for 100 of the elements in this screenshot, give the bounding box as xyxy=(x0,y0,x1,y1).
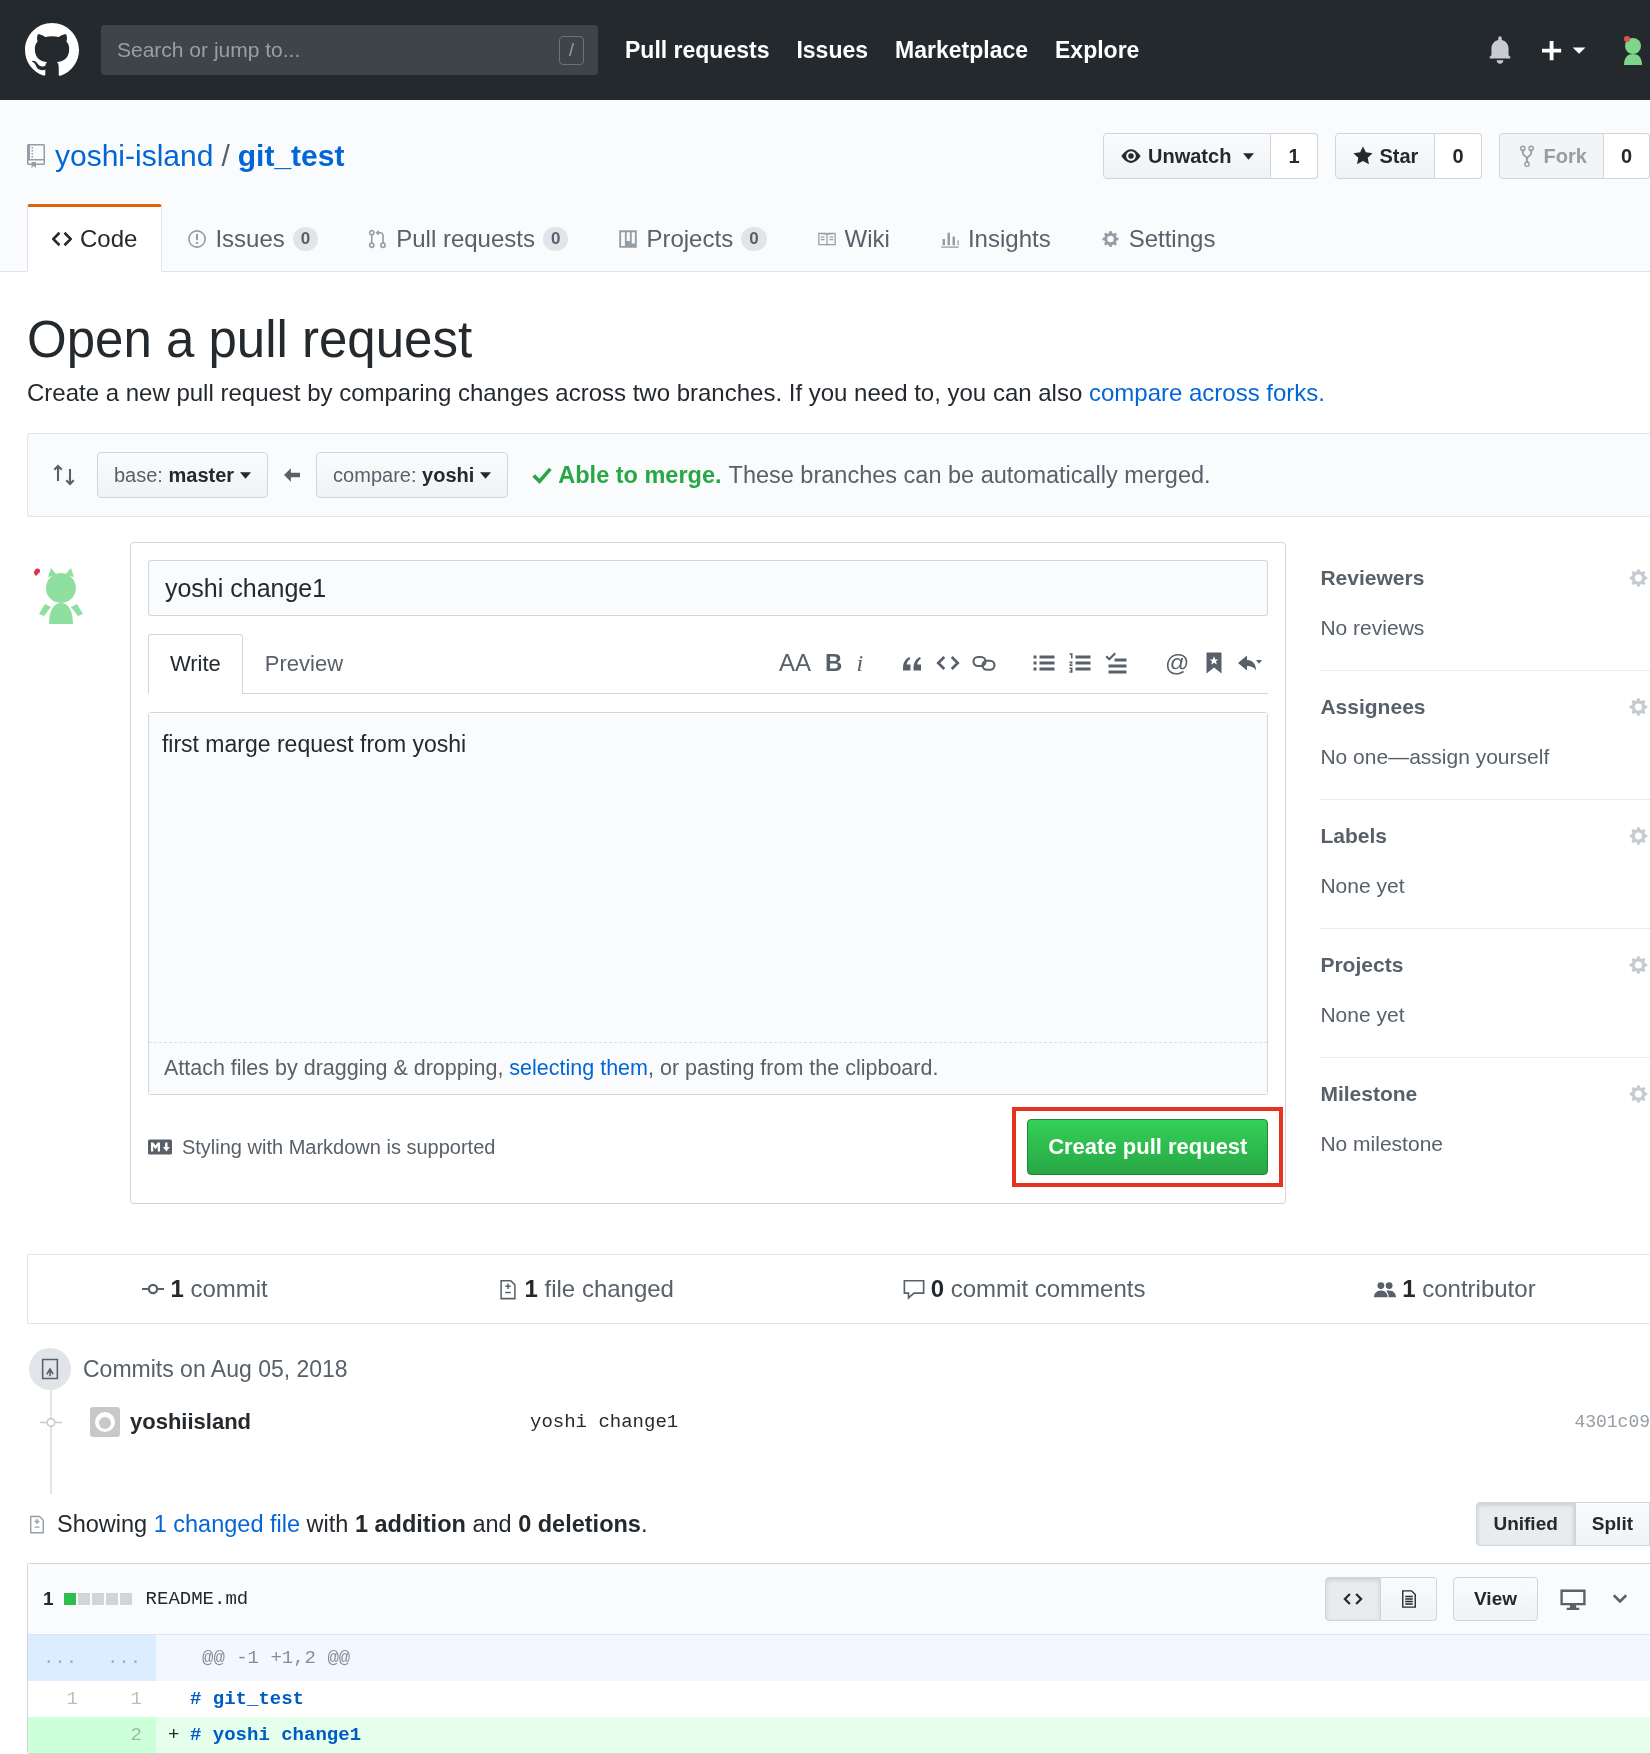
rich-view-button[interactable] xyxy=(1381,1577,1438,1621)
repo-owner-link[interactable]: yoshi-island xyxy=(55,139,214,173)
toolbar-button[interactable]: i xyxy=(849,649,871,677)
markdown-icon xyxy=(147,1139,172,1155)
pull-request-icon xyxy=(368,229,389,249)
editor-tab[interactable]: Preview xyxy=(242,633,366,694)
repo-tab[interactable]: Wiki xyxy=(791,204,915,272)
cat-logo-icon[interactable] xyxy=(25,23,79,77)
view-file-button[interactable]: View xyxy=(1453,1577,1538,1621)
octocat-avatar-icon xyxy=(90,1407,120,1437)
repository-icon xyxy=(27,144,45,168)
summary-link[interactable]: 1 contributor xyxy=(1374,1275,1536,1303)
diff-view-button[interactable]: Split xyxy=(1574,1502,1650,1546)
line-number: 1 xyxy=(65,1687,79,1712)
sidebar-heading[interactable]: Assignees xyxy=(1320,695,1628,719)
caret-icon xyxy=(480,471,492,479)
social-count[interactable]: 1 xyxy=(1271,133,1318,179)
code-line: @@ -1 +1,2 @@ xyxy=(201,1647,351,1669)
toolbar-button[interactable]: AA xyxy=(772,649,819,677)
sidebar-value: No milestone xyxy=(1320,1132,1444,1156)
repo-tab[interactable]: Insights xyxy=(914,204,1076,272)
summary-link[interactable]: 1 file changed xyxy=(496,1275,674,1303)
numbered-list-icon[interactable] xyxy=(1068,651,1093,675)
line-number: 1 xyxy=(129,1687,143,1712)
line-number: ... xyxy=(92,1635,156,1681)
sidebar-heading[interactable]: Labels xyxy=(1320,824,1628,848)
nav-link[interactable]: Marketplace xyxy=(895,36,1028,64)
check-icon xyxy=(532,466,553,484)
line-number: 2 xyxy=(92,1717,156,1753)
comment-icon xyxy=(902,1278,925,1300)
line-number: ... xyxy=(28,1635,92,1681)
compare-arrows-icon xyxy=(52,463,76,487)
toolbar-button[interactable]: @ xyxy=(1158,649,1197,677)
nav-link[interactable]: Explore xyxy=(1055,36,1140,64)
repo-tab[interactable]: Pull requests 0 xyxy=(343,204,594,272)
code-icon xyxy=(52,229,72,249)
left-arrow-icon xyxy=(284,468,301,482)
commit-message[interactable]: yoshi change1 xyxy=(530,1411,679,1433)
source-view-button[interactable] xyxy=(1325,1577,1382,1621)
commit-node-icon xyxy=(40,1416,62,1428)
repo-tab[interactable]: Code xyxy=(27,204,163,272)
summary-link[interactable]: 0 commit comments xyxy=(902,1275,1146,1303)
attach-hint: Attach files by dragging & dropping, selecting them, or pasting from the clipboard. xyxy=(148,1043,1268,1094)
repo-tab[interactable]: Issues 0 xyxy=(162,204,344,272)
markdown-note: Styling with Markdown is supported xyxy=(181,1135,496,1159)
tab-counter: 0 xyxy=(542,227,569,251)
toolbar-button[interactable]: B xyxy=(818,649,850,677)
merge-status: Able to merge. xyxy=(558,461,722,489)
sidebar-heading[interactable]: Projects xyxy=(1320,953,1628,977)
project-board-icon xyxy=(618,229,639,249)
sidebar-heading[interactable]: Milestone xyxy=(1320,1082,1628,1106)
line-number xyxy=(28,1717,92,1753)
sidebar-heading[interactable]: Reviewers xyxy=(1320,566,1628,590)
caret-icon xyxy=(240,471,252,479)
sidebar-value: None yet xyxy=(1320,1003,1406,1027)
sidebar-value: No one—assign yourself xyxy=(1320,745,1551,769)
page-description: Create a new pull request by comparing changes across two branches. If you need to, you can also compare across forks. xyxy=(27,379,1327,407)
compare-branch-select[interactable]: compare: yoshi xyxy=(316,452,509,498)
plus-dropdown-icon[interactable] xyxy=(1542,39,1588,61)
shortcut-key: / xyxy=(559,35,584,65)
merge-message: These branches can be automatically merged. xyxy=(728,461,1211,489)
search-field[interactable]: Search or jump to... / xyxy=(101,25,598,75)
tab-counter: 0 xyxy=(292,227,319,251)
code-line: # git_test xyxy=(189,1688,305,1710)
commit-author[interactable]: yoshiisland xyxy=(130,1409,530,1435)
notifications-bell-icon[interactable] xyxy=(1488,36,1512,64)
select-files-link[interactable]: selecting them xyxy=(509,1056,648,1080)
repo-action-button[interactable]: Star xyxy=(1334,133,1436,179)
repo-tab[interactable]: Settings xyxy=(1075,204,1241,272)
file-diff-icon xyxy=(27,1513,47,1535)
title-field[interactable]: yoshi change1 xyxy=(147,560,1269,616)
editor-tab[interactable]: Write xyxy=(147,633,243,694)
star-icon xyxy=(1351,145,1374,167)
commits-date: Commits on Aug 05, 2018 xyxy=(83,1355,348,1383)
page-title: Open a pull request xyxy=(27,310,474,369)
change-count: 1 xyxy=(43,1588,54,1610)
nav-link[interactable]: Issues xyxy=(796,36,869,64)
changed-files-link[interactable]: 1 changed file xyxy=(153,1510,301,1537)
diff-view-button[interactable]: Unified xyxy=(1476,1502,1575,1546)
social-count[interactable]: 0 xyxy=(1435,133,1482,179)
comment-field[interactable]: first marge request from yoshi xyxy=(148,713,1268,1043)
search-input[interactable]: Search or jump to... xyxy=(115,37,559,63)
forks-link[interactable]: compare across forks. xyxy=(1088,379,1326,406)
tab-counter: 0 xyxy=(741,227,767,251)
repo-tab[interactable]: Projects 0 xyxy=(593,204,792,272)
desktop-icon[interactable] xyxy=(1560,1588,1586,1610)
chevron-down-icon[interactable] xyxy=(1612,1594,1628,1604)
sidebar-value: No reviews xyxy=(1320,616,1426,640)
file-name[interactable]: README.md xyxy=(145,1588,249,1610)
base-branch-select[interactable]: base: master xyxy=(97,452,269,498)
summary-link[interactable]: 1 commit xyxy=(142,1275,268,1303)
repo-action-button[interactable]: Unwatch xyxy=(1103,133,1272,179)
task-list-icon[interactable] xyxy=(1104,651,1129,675)
path-separator: / xyxy=(221,139,230,173)
gear-icon xyxy=(1100,229,1121,249)
repo-name-link[interactable]: git_test xyxy=(237,139,345,173)
diffstat-icon xyxy=(63,1593,134,1605)
issue-icon xyxy=(187,229,208,249)
sidebar-value: None yet xyxy=(1320,874,1406,898)
nav-link[interactable]: Pull requests xyxy=(625,36,770,64)
